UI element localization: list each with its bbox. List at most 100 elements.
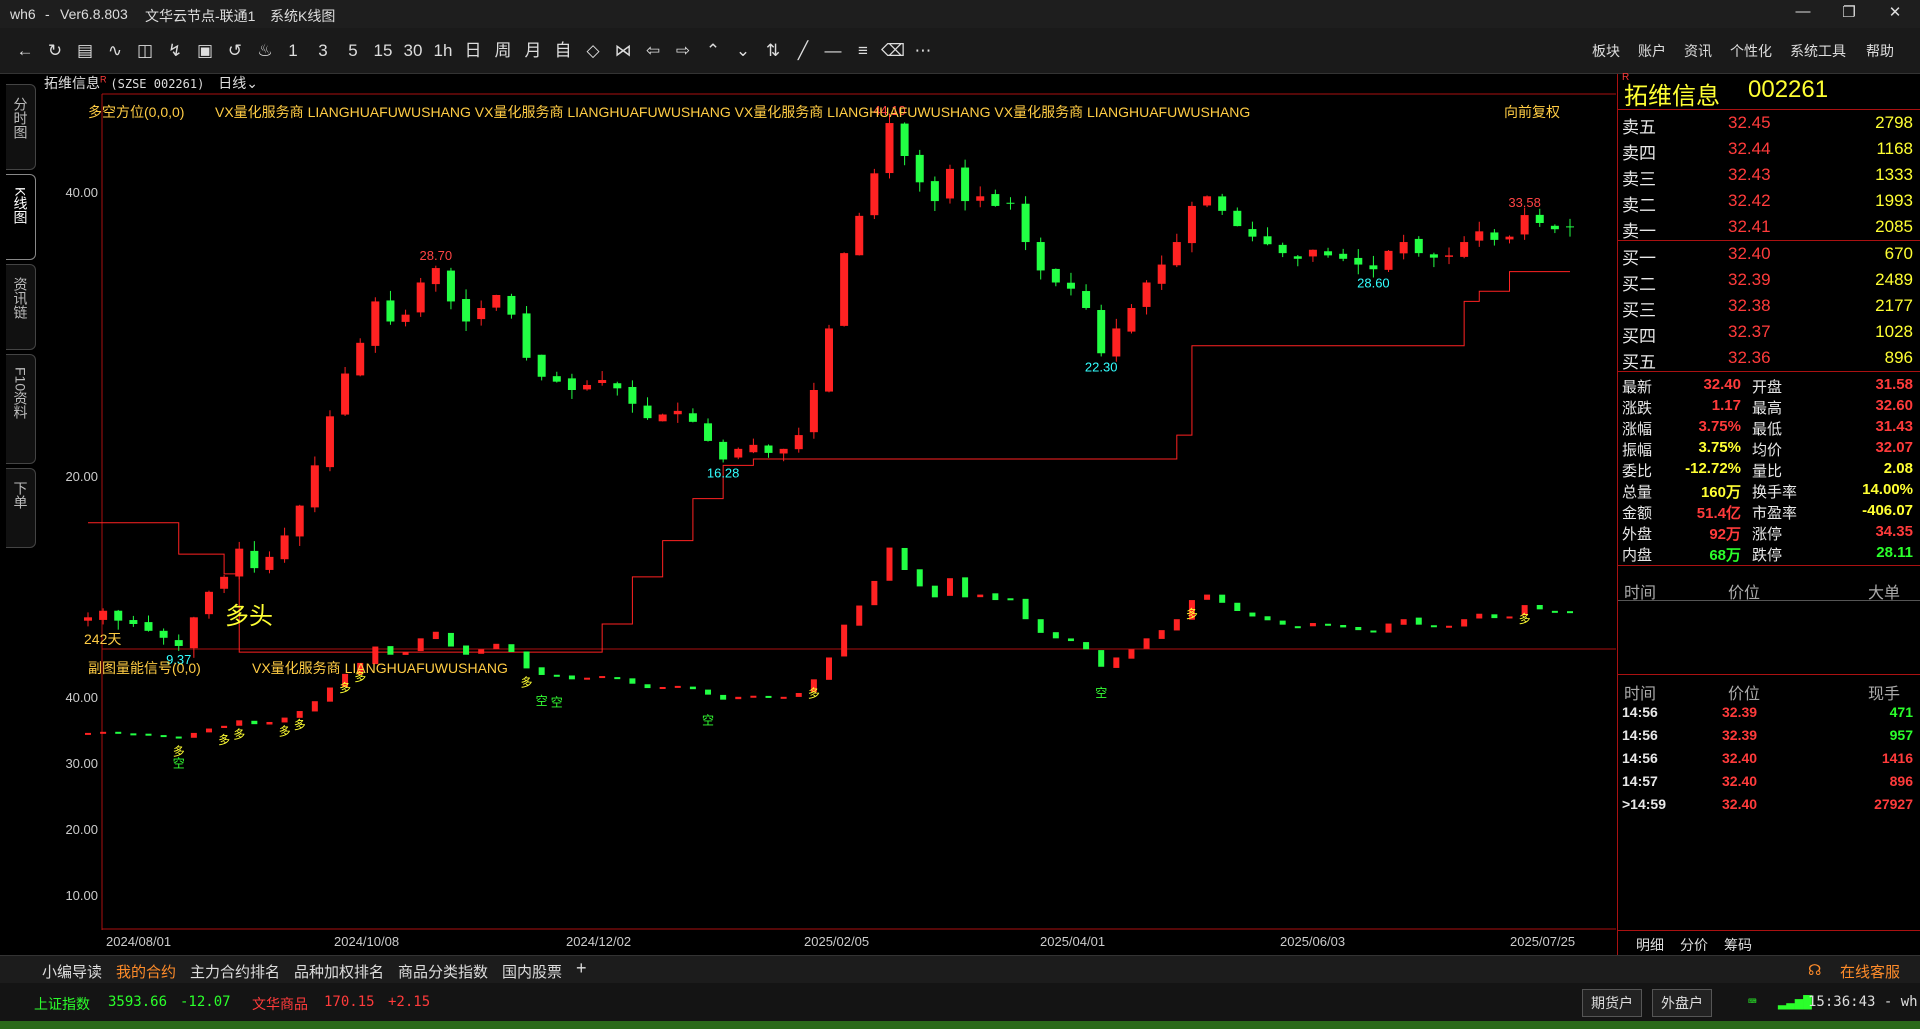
bracket-icon[interactable]: ≡ [848,38,878,64]
minimize-icon[interactable]: — [1788,3,1818,25]
tab-domestic-stocks[interactable]: 国内股票 [502,961,562,982]
chart-area[interactable]: 44.10 28.70 33.58 22.30 16.28 28.60 9.37 多多多多多… [40,74,1616,956]
index1-value: 3593.66 [108,994,168,1010]
sub-candle [1158,630,1165,639]
x-label-2: 2024/12/02 [566,934,631,949]
tab-order[interactable]: 下单 [6,468,36,548]
tab-news-chain[interactable]: 资讯链 [6,264,36,350]
period-week[interactable]: 周 [488,38,518,64]
futures-account-button[interactable]: 期货户 [1582,989,1642,1017]
candle-body [1399,242,1408,254]
security-name[interactable]: 拓维信息 [44,75,100,91]
line-chart-icon[interactable]: ∿ [100,38,130,64]
menu-news[interactable]: 资讯 [1684,41,1712,61]
pen-icon[interactable]: ╱ [788,38,818,64]
tab-weighted-ranking[interactable]: 品种加权排名 [294,961,384,982]
left-icon[interactable]: ⇦ [638,38,668,64]
close-icon[interactable]: ✕ [1880,3,1910,25]
tab-editor-guide[interactable]: 小编导读 [42,961,102,982]
candle-body [583,384,592,390]
period-1h[interactable]: 1h [428,38,458,64]
back-icon[interactable]: ← [10,38,40,64]
trade-volume: 471 [1889,704,1913,720]
up-icon[interactable]: ⌃ [698,38,728,64]
tab-commodity-index[interactable]: 商品分类指数 [398,961,488,982]
tab-chips[interactable]: 筹码 [1724,935,1752,955]
period-day[interactable]: 日 [458,38,488,64]
restore-icon[interactable]: ❐ [1834,3,1864,25]
sell-signal: 空 [1095,686,1107,700]
period-5[interactable]: 5 [338,38,368,64]
x-label-1: 2024/10/08 [334,934,399,949]
sub-indicator-name[interactable]: 副图量能信号(0,0) [88,660,201,676]
candle-body [598,380,607,383]
stat-value: 160万 [1700,484,1741,501]
divider [1618,109,1920,110]
quote-row: 买二 32.39 2489 [1618,268,1920,294]
candle-body [220,576,229,589]
period-15[interactable]: 15 [368,38,398,64]
tab-main-ranking[interactable]: 主力合约排名 [190,961,280,982]
candle-body [114,610,123,621]
period-month[interactable]: 月 [518,38,548,64]
menu-system-tools[interactable]: 系统工具 [1790,41,1846,61]
buy-signal: 多 [218,733,230,747]
tab-my-contracts[interactable]: 我的合约 [116,961,176,982]
candle-body [1082,291,1091,308]
headset-icon[interactable]: ☊ [1808,961,1821,979]
trade-time: >14:59 [1622,796,1666,812]
refresh-icon[interactable]: ↻ [40,38,70,64]
adjust-mode[interactable]: 向前复权 [1504,104,1560,120]
tab-price-split[interactable]: 分价 [1680,935,1708,955]
period-1[interactable]: 1 [278,38,308,64]
candle-body [1414,238,1423,254]
main-indicator-name[interactable]: 多空方位(0,0,0) [88,104,184,120]
candle-body [250,550,259,569]
period-30[interactable]: 30 [398,38,428,64]
bell-icon[interactable]: ♨ [250,38,280,64]
keyboard-icon[interactable]: ⌨ [1748,994,1756,1010]
expand-icon[interactable]: ◇ [578,38,608,64]
candle-body [734,448,743,458]
period-selector[interactable]: 日线 [218,75,246,91]
more-icon[interactable]: ⋯ [908,38,938,64]
sub-candle [175,736,182,739]
minus-icon[interactable]: — [818,38,848,64]
trades-vol-header: 现手 [1868,686,1901,703]
menu-personalize[interactable]: 个性化 [1730,41,1772,61]
down-icon[interactable]: ⌄ [728,38,758,64]
bid-label: 买五 [1622,353,1656,372]
right-icon[interactable]: ⇨ [668,38,698,64]
candle-body [492,294,501,308]
eraser-icon[interactable]: ⌫ [878,38,908,64]
index1-name[interactable]: 上证指数 [34,994,90,1014]
kline-icon[interactable]: ◫ [130,38,160,64]
foreign-account-button[interactable]: 外盘户 [1652,989,1712,1017]
tab-kline[interactable]: K线图 [6,174,36,260]
menu-account[interactable]: 账户 [1638,41,1666,61]
period-3[interactable]: 3 [308,38,338,64]
menu-sector[interactable]: 板块 [1592,41,1620,61]
split-icon[interactable]: ⇅ [758,38,788,64]
contract-icon[interactable]: ⋈ [608,38,638,64]
box-icon[interactable]: ▣ [190,38,220,64]
chevron-down-icon[interactable]: ⌄ [246,75,258,91]
menu-help[interactable]: 帮助 [1866,41,1894,61]
tab-f10[interactable]: F10资料 [6,354,36,464]
sub-candle [85,732,91,735]
tab-detail[interactable]: 明细 [1636,935,1664,955]
stat-label: 总量 [1622,484,1653,501]
candle-body [1308,249,1317,257]
kline-chart[interactable]: 44.1028.7033.5822.3016.2828.609.37 多多多多多… [40,74,1616,956]
flash-icon[interactable]: ↺ [220,38,250,64]
quote-row: 买三 32.38 2177 [1618,294,1920,320]
period-custom[interactable]: 自 [548,38,578,64]
list-icon[interactable]: ▤ [70,38,100,64]
bid-price: 32.39 [1728,270,1771,289]
online-service[interactable]: 在线客服 [1840,961,1900,982]
tab-time-share[interactable]: 分时图 [6,84,36,170]
index2-value: 170.15 [324,994,375,1010]
index2-name[interactable]: 文华商品 [252,994,308,1014]
draw-icon[interactable]: ↯ [160,38,190,64]
add-tab-icon[interactable]: + [576,958,587,979]
